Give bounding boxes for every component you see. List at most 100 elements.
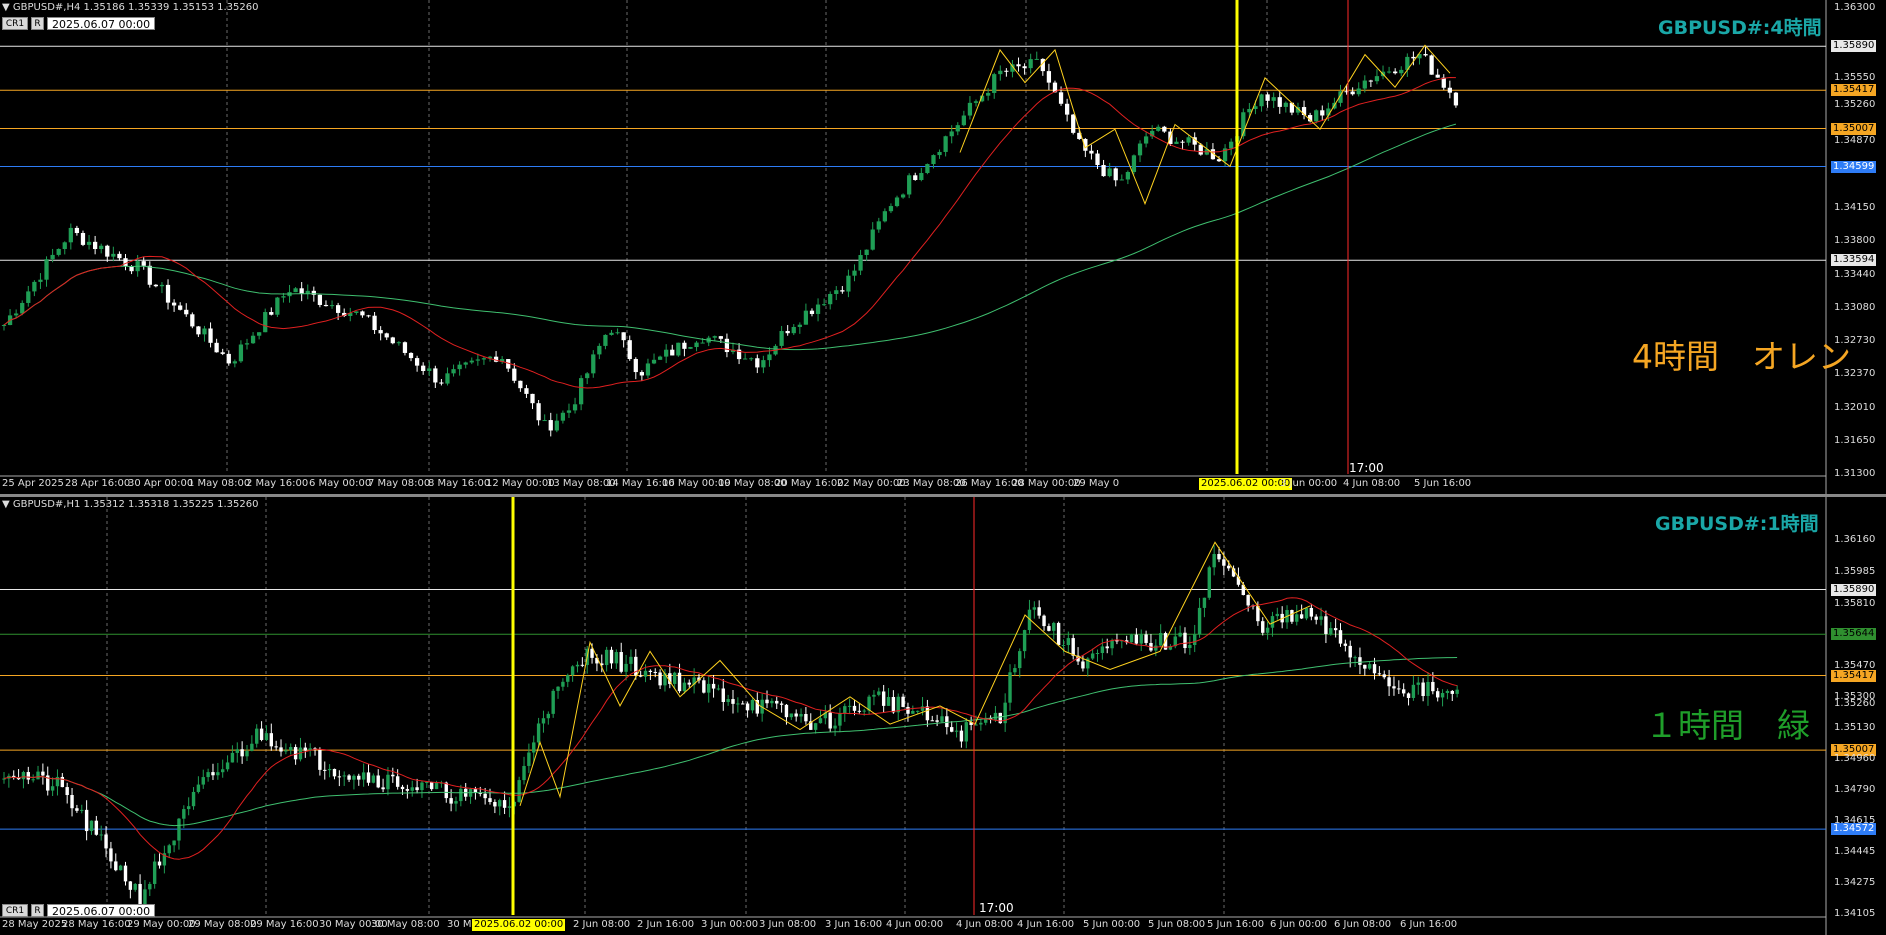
candle-body <box>255 728 259 744</box>
h1-chart-pane[interactable]: ▼ GBPUSD#,H1 1.35312 1.35318 1.35225 1.3… <box>0 497 1886 935</box>
candle-body <box>279 747 283 752</box>
time-axis-label: 29 May 00:00 <box>127 919 196 930</box>
candle-body <box>323 304 329 307</box>
price-axis-label: 1.35417 <box>1831 84 1877 97</box>
candle-body <box>804 714 808 722</box>
time-axis-label: 29 May 08:00 <box>188 919 257 930</box>
candle-body <box>1144 634 1148 643</box>
candle-body <box>682 342 687 349</box>
candle-body <box>648 670 653 672</box>
candle-body <box>1423 54 1428 56</box>
candle-body <box>1197 607 1202 635</box>
candle-body <box>153 284 159 287</box>
candle-body <box>70 795 74 809</box>
candle-body <box>828 712 832 729</box>
time-axis-label: 5 Jun 16:00 <box>1414 478 1472 489</box>
h4-chart-canvas[interactable] <box>0 0 1886 494</box>
candle-body <box>1032 607 1037 610</box>
candle-body <box>998 70 1003 75</box>
candle-body <box>206 772 210 778</box>
time-axis-label: 6 May 00:00 <box>309 478 372 489</box>
price-axis-label: 1.36300 <box>1834 2 1876 13</box>
candle-body <box>1071 638 1075 656</box>
candle-body <box>250 743 254 751</box>
candle-body <box>1198 144 1203 155</box>
r-button[interactable]: R <box>31 904 44 917</box>
h4-symbol-info: ▼ GBPUSD#,H4 1.35186 1.35339 1.35153 1.3… <box>2 2 258 13</box>
candle-body <box>1134 634 1139 644</box>
candle-body <box>1283 102 1288 107</box>
candle-body <box>1156 126 1161 131</box>
time-axis-label: 6 Jun 08:00 <box>1334 919 1392 930</box>
h4-chart-pane[interactable]: ▼ GBPUSD#,H4 1.35186 1.35339 1.35153 1.3… <box>0 0 1886 494</box>
candle-body <box>226 353 231 364</box>
candle-body <box>838 713 842 726</box>
price-axis-label: 1.35007 <box>1831 122 1877 135</box>
time-axis-label: 4 Jun 08:00 <box>956 919 1014 930</box>
candle-body <box>913 175 918 180</box>
candle-body <box>335 305 341 313</box>
candle-body <box>940 716 944 722</box>
price-axis-label: 1.34445 <box>1834 846 1876 858</box>
price-axis-label: 1.34790 <box>1834 783 1876 795</box>
candle-body <box>1066 638 1071 646</box>
candle-body <box>779 703 784 705</box>
time-axis-label: 1 May 08:00 <box>188 478 251 489</box>
price-axis-label: 1.35890 <box>1831 40 1877 53</box>
candle-body <box>451 369 456 374</box>
candle-body <box>391 774 395 777</box>
candle-body <box>1016 64 1021 67</box>
candle-body <box>86 241 92 245</box>
candle-body <box>390 337 395 344</box>
candle-body <box>118 865 123 871</box>
candle-body <box>434 782 439 790</box>
r-button[interactable]: R <box>31 17 44 30</box>
candle-body <box>216 772 220 776</box>
candle-body <box>785 330 790 334</box>
dropdown-triangle-icon[interactable]: ▼ <box>2 2 10 13</box>
cr1-button[interactable]: CR1 <box>2 17 28 30</box>
candle-body <box>546 713 551 719</box>
time-axis-label: 22 May 00:00 <box>837 478 906 489</box>
candle-body <box>1265 94 1270 101</box>
candle-body <box>1058 92 1064 104</box>
candle-body <box>211 772 215 776</box>
candle-body <box>1125 172 1131 180</box>
cr1-button[interactable]: CR1 <box>2 904 28 917</box>
price-axis-label: 1.35417 <box>1831 669 1877 682</box>
candle-body <box>128 881 133 890</box>
h1-chart-canvas[interactable] <box>0 497 1886 935</box>
candle-body <box>1227 565 1231 569</box>
candle-body <box>1178 632 1182 637</box>
time-axis-label: 4 Jun 08:00 <box>1343 478 1401 489</box>
candle-body <box>761 360 766 368</box>
h4-date-box[interactable]: 2025.06.07 00:00 <box>47 17 156 31</box>
candle-body <box>1052 622 1056 631</box>
candle-body <box>31 779 35 781</box>
candle-body <box>214 342 219 353</box>
price-axis-label: 1.32730 <box>1834 334 1876 346</box>
candle-body <box>881 691 886 706</box>
candle-body <box>949 131 954 137</box>
candle-body <box>317 294 323 305</box>
candle-body <box>354 311 359 313</box>
candle-body <box>1377 673 1382 675</box>
candle-body <box>621 332 626 341</box>
candle-body <box>429 782 434 790</box>
h1-ohlc-text: GBPUSD#,H1 1.35312 1.35318 1.35225 1.352… <box>12 499 259 510</box>
dropdown-triangle-icon[interactable]: ▼ <box>2 499 10 510</box>
candle-body <box>65 787 69 796</box>
candle-body <box>269 733 274 747</box>
candle-body <box>1247 108 1252 113</box>
time-axis-label: 6 Jun 00:00 <box>1270 919 1328 930</box>
candle-body <box>619 652 623 672</box>
h1-date-box[interactable]: 2025.06.07 00:00 <box>47 904 156 918</box>
candle-body <box>645 363 651 376</box>
candle-body <box>347 775 351 780</box>
price-axis-label: 1.35550 <box>1834 71 1876 83</box>
candle-body <box>877 691 881 695</box>
candle-body <box>1362 80 1367 89</box>
candle-body <box>930 720 934 722</box>
candle-body <box>1353 657 1357 659</box>
candle-body <box>541 718 546 724</box>
